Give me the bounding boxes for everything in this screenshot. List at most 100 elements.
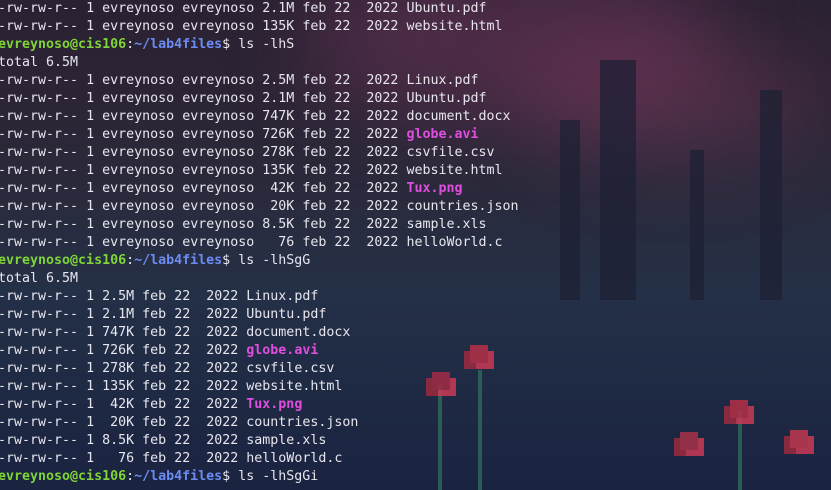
file-permissions: -rw-rw-r-- [0,109,79,124]
file-permissions: -rw-rw-r-- [0,451,79,466]
listing-row: -rw-rw-r-- 1 76 feb 22 2022 helloWorld.c [0,450,519,468]
file-month: feb [142,325,167,340]
file-permissions: -rw-rw-r-- [0,325,79,340]
file-day: 22 [334,109,351,124]
file-link-count: 1 [86,19,95,34]
prompt-separator: : [126,469,135,484]
terminal-output: -rw-rw-r-- 1 evreynoso evreynoso 2.1M fe… [0,0,519,486]
file-day: 22 [334,1,351,16]
file-name: Tux.png [406,181,463,196]
file-permissions: -rw-rw-r-- [0,73,79,88]
file-year: 2022 [366,109,399,124]
file-permissions: -rw-rw-r-- [0,397,79,412]
file-owner: evreynoso [102,163,175,178]
command-text: ls -lhSgG [238,253,311,268]
listing-row: -rw-rw-r-- 1 evreynoso evreynoso 2.1M fe… [0,90,519,108]
listing-row: -rw-rw-r-- 1 evreynoso evreynoso 2.1M fe… [0,0,519,18]
file-name: Tux.png [246,397,303,412]
listing-row: -rw-rw-r-- 1 8.5K feb 22 2022 sample.xls [0,432,519,450]
file-size: 726K [102,343,135,358]
listing-row: -rw-rw-r-- 1 evreynoso evreynoso 20K feb… [0,198,519,216]
file-link-count: 1 [86,235,95,250]
prompt-path: ~/lab4files [134,37,223,52]
file-year: 2022 [366,235,399,250]
output-text: total 6.5M [0,271,79,286]
file-owner: evreynoso [102,91,175,106]
file-name: countries.json [406,199,519,214]
file-month: feb [302,199,327,214]
file-link-count: 1 [86,325,95,340]
file-link-count: 1 [86,361,95,376]
file-size: 2.5M [262,73,295,88]
file-name: csvfile.csv [406,145,495,160]
file-year: 2022 [206,433,239,448]
prompt-user-host: evreynoso@cis106 [0,253,127,268]
prompt-line: evreynoso@cis106:~/lab4files$ ls -lhS [0,36,519,54]
file-owner: evreynoso [102,199,175,214]
file-link-count: 1 [86,415,95,430]
file-month: feb [302,19,327,34]
output-text: total 6.5M [0,55,79,70]
file-name: helloWorld.c [406,235,503,250]
file-owner: evreynoso [102,73,175,88]
file-group: evreynoso [182,199,255,214]
file-group: evreynoso [182,73,255,88]
file-name: website.html [406,163,503,178]
file-year: 2022 [366,217,399,232]
file-owner: evreynoso [102,19,175,34]
listing-row: -rw-rw-r-- 1 evreynoso evreynoso 42K feb… [0,180,519,198]
file-size: 76 [262,235,295,250]
file-group: evreynoso [182,235,255,250]
file-group: evreynoso [182,217,255,232]
file-size: 2.1M [262,1,295,16]
file-link-count: 1 [86,145,95,160]
file-size: 2.5M [102,289,135,304]
file-day: 22 [174,397,191,412]
file-day: 22 [174,379,191,394]
file-year: 2022 [366,145,399,160]
file-permissions: -rw-rw-r-- [0,145,79,160]
file-month: feb [302,127,327,142]
file-link-count: 1 [86,73,95,88]
file-permissions: -rw-rw-r-- [0,289,79,304]
file-permissions: -rw-rw-r-- [0,433,79,448]
file-group: evreynoso [182,127,255,142]
file-permissions: -rw-rw-r-- [0,343,79,358]
listing-row: -rw-rw-r-- 1 evreynoso evreynoso 278K fe… [0,144,519,162]
file-name: Linux.pdf [406,73,479,88]
file-group: evreynoso [182,91,255,106]
file-day: 22 [334,199,351,214]
output-text-line: total 6.5M [0,270,519,288]
terminal-window[interactable]: -rw-rw-r-- 1 evreynoso evreynoso 2.1M fe… [0,0,831,490]
listing-row: -rw-rw-r-- 1 evreynoso evreynoso 135K fe… [0,162,519,180]
file-day: 22 [174,289,191,304]
prompt-user-host: evreynoso@cis106 [0,37,127,52]
file-month: feb [302,91,327,106]
file-year: 2022 [366,91,399,106]
file-name: globe.avi [246,343,319,358]
file-month: feb [142,433,167,448]
file-size: 726K [262,127,295,142]
file-day: 22 [334,127,351,142]
file-month: feb [302,163,327,178]
file-month: feb [302,109,327,124]
file-group: evreynoso [182,109,255,124]
file-link-count: 1 [86,109,95,124]
command-text: ls -lhSgGi [238,469,319,484]
prompt-path: ~/lab4files [134,253,223,268]
file-owner: evreynoso [102,1,175,16]
file-link-count: 1 [86,379,95,394]
command-text: ls -lhS [238,37,295,52]
file-month: feb [302,181,327,196]
file-name: document.docx [246,325,351,340]
file-year: 2022 [206,343,239,358]
file-permissions: -rw-rw-r-- [0,361,79,376]
file-permissions: -rw-rw-r-- [0,19,79,34]
listing-row: -rw-rw-r-- 1 2.5M feb 22 2022 Linux.pdf [0,288,519,306]
file-group: evreynoso [182,181,255,196]
file-month: feb [142,451,167,466]
file-permissions: -rw-rw-r-- [0,127,79,142]
file-day: 22 [174,451,191,466]
file-name: Ubuntu.pdf [406,91,487,106]
listing-row: -rw-rw-r-- 1 135K feb 22 2022 website.ht… [0,378,519,396]
